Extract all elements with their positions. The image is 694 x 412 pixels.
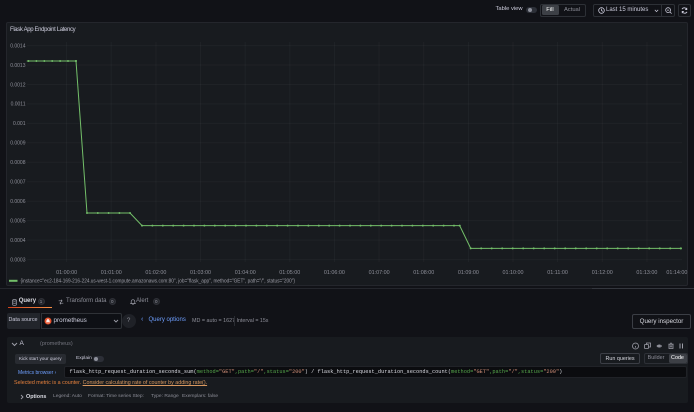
svg-text:0.0009: 0.0009: [10, 141, 26, 147]
svg-text:01:01:00: 01:01:00: [101, 270, 122, 276]
svg-text:0.0006: 0.0006: [10, 199, 26, 205]
svg-text:01:07:00: 01:07:00: [369, 270, 390, 276]
svg-text:01:06:00: 01:06:00: [324, 270, 345, 276]
svg-text:0.0013: 0.0013: [10, 63, 26, 69]
svg-text:0.0004: 0.0004: [10, 238, 26, 244]
svg-text:01:14:00: 01:14:00: [666, 270, 687, 276]
svg-text:{instance="ec2-184-169-216-224: {instance="ec2-184-169-216-224.us-west-1…: [21, 279, 296, 285]
svg-text:0.0008: 0.0008: [10, 160, 26, 166]
svg-text:01:03:00: 01:03:00: [190, 270, 211, 276]
svg-text:0.0005: 0.0005: [10, 218, 26, 224]
svg-text:0.0007: 0.0007: [10, 180, 26, 186]
svg-text:01:13:00: 01:13:00: [636, 270, 657, 276]
svg-text:01:02:00: 01:02:00: [145, 270, 166, 276]
svg-text:01:05:00: 01:05:00: [279, 270, 300, 276]
svg-text:01:09:00: 01:09:00: [458, 270, 479, 276]
svg-text:01:00:00: 01:00:00: [56, 270, 77, 276]
svg-text:0.0012: 0.0012: [10, 82, 26, 88]
svg-text:0.0014: 0.0014: [10, 43, 26, 49]
svg-text:0.001: 0.001: [13, 121, 26, 127]
svg-text:01:12:00: 01:12:00: [592, 270, 613, 276]
svg-text:01:10:00: 01:10:00: [503, 270, 524, 276]
svg-text:0.0003: 0.0003: [10, 257, 26, 263]
svg-text:0.0011: 0.0011: [11, 102, 26, 108]
svg-text:01:04:00: 01:04:00: [235, 270, 256, 276]
svg-text:01:08:00: 01:08:00: [413, 270, 434, 276]
svg-text:01:11:00: 01:11:00: [547, 270, 568, 276]
